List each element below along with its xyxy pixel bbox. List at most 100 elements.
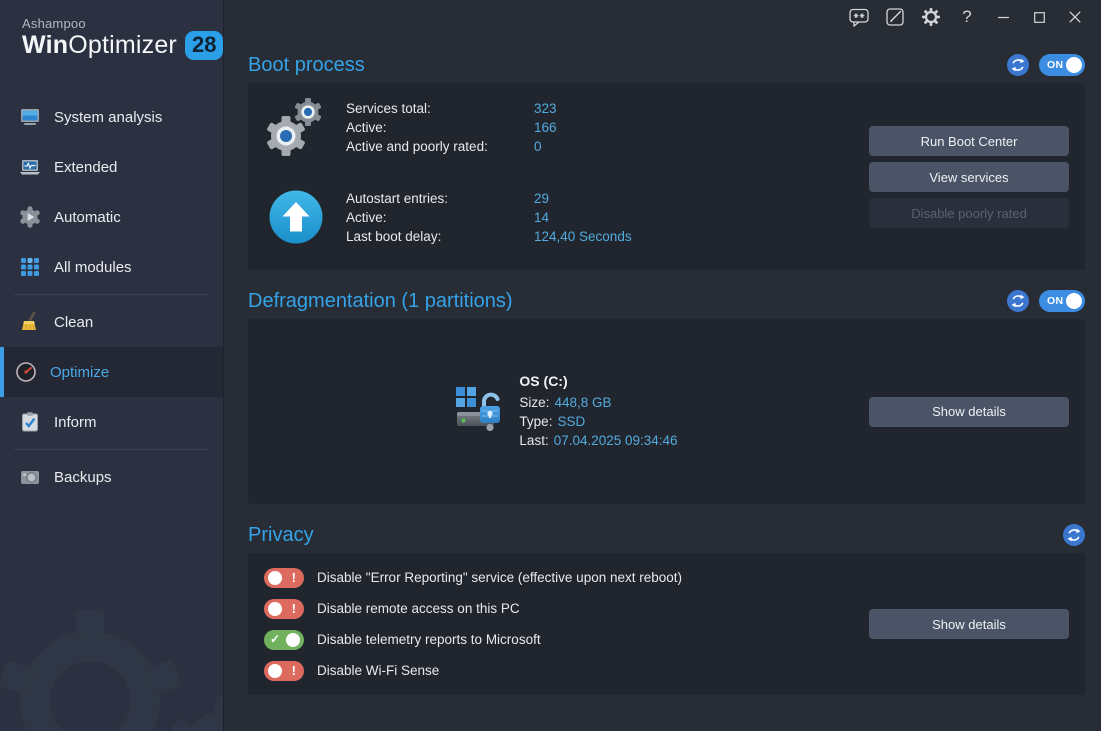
winoptimizer-window: Ashampoo WinOptimizer 28 System analysis	[0, 0, 1101, 731]
privacy-show-details-button[interactable]: Show details	[869, 609, 1069, 639]
toggle-knob	[1066, 57, 1082, 73]
monitor-icon	[19, 106, 41, 128]
maximize-icon[interactable]	[1021, 2, 1057, 32]
brand-name-bold: Win	[22, 31, 68, 59]
drive-row-label: Type:	[519, 414, 552, 429]
disable-poorly-rated-button: Disable poorly rated	[869, 198, 1069, 228]
auto-gear-play-icon	[19, 206, 41, 228]
help-icon[interactable]: ?	[949, 2, 985, 32]
toggle-knob	[268, 602, 282, 616]
drive-row-label: Last:	[519, 433, 548, 448]
drive-row: Type: SSD	[519, 412, 677, 431]
broom-icon	[19, 311, 41, 333]
warning-icon: !	[292, 570, 296, 585]
sidebar-item-inform[interactable]: Inform	[0, 397, 223, 447]
stat-row: Active and poorly rated: 0	[346, 137, 557, 156]
drive-lock-icon	[455, 386, 505, 438]
wifi-sense-toggle[interactable]: !	[264, 661, 304, 681]
boot-on-toggle[interactable]: ON	[1039, 54, 1085, 76]
boot-section-header: Boot process ON	[248, 47, 1085, 83]
stat-row: Services total: 323	[346, 99, 557, 118]
view-services-button[interactable]: View services	[869, 162, 1069, 192]
feedback-icon[interactable]	[841, 2, 877, 32]
drive-row: Size: 448,8 GB	[519, 393, 677, 412]
stat-row: Autostart entries: 29	[346, 189, 632, 208]
sidebar-item-all-modules[interactable]: All modules	[0, 242, 223, 292]
sidebar-item-backups[interactable]: Backups	[0, 452, 223, 502]
check-icon: ✓	[270, 632, 280, 646]
sidebar-item-label: Inform	[54, 414, 97, 431]
brand-company: Ashampoo	[22, 16, 223, 31]
sidebar: Ashampoo WinOptimizer 28 System analysis	[0, 0, 224, 731]
grid-icon	[19, 256, 41, 278]
notes-icon[interactable]	[877, 2, 913, 32]
toggle-knob	[268, 571, 282, 585]
defrag-refresh-icon[interactable]	[1007, 290, 1029, 312]
stat-label: Autostart entries:	[346, 191, 534, 206]
drive-row-value: SSD	[557, 414, 585, 429]
boot-on-toggle-label: ON	[1047, 59, 1063, 71]
stat-value: 124,40 Seconds	[534, 229, 632, 244]
defrag-on-toggle[interactable]: ON	[1039, 290, 1085, 312]
drive-row: Last: 07.04.2025 09:34:46	[519, 431, 677, 450]
app-logo: Ashampoo WinOptimizer 28	[0, 0, 223, 86]
defrag-section-title: Defragmentation (1 partitions)	[248, 290, 513, 313]
telemetry-toggle[interactable]: ✓	[264, 630, 304, 650]
sidebar-item-label: Optimize	[50, 364, 109, 381]
privacy-refresh-icon[interactable]	[1063, 524, 1085, 546]
stat-row: Active: 166	[346, 118, 557, 137]
sidebar-item-label: Extended	[54, 159, 117, 176]
sidebar-nav: System analysis Extended	[0, 92, 223, 502]
sidebar-item-clean[interactable]: Clean	[0, 297, 223, 347]
brand-name: WinOptimizer	[22, 31, 177, 60]
sidebar-item-system-analysis[interactable]: System analysis	[0, 92, 223, 142]
version-badge: 28	[185, 31, 223, 60]
sidebar-item-optimize[interactable]: Optimize	[0, 347, 223, 397]
defrag-show-details-button[interactable]: Show details	[869, 397, 1069, 427]
privacy-section-header: Privacy	[248, 517, 1085, 553]
minimize-icon[interactable]	[985, 2, 1021, 32]
privacy-row: ! Disable "Error Reporting" service (eff…	[264, 562, 1069, 593]
sidebar-item-label: System analysis	[54, 109, 162, 126]
stat-label: Active:	[346, 210, 534, 225]
warning-icon: !	[292, 663, 296, 678]
toggle-knob	[1066, 293, 1082, 309]
laptop-pulse-icon	[19, 156, 41, 178]
stat-value: 0	[534, 139, 542, 154]
privacy-row-label: Disable Wi-Fi Sense	[317, 663, 439, 678]
sidebar-item-label: Clean	[54, 314, 93, 331]
drive-row-value: 07.04.2025 09:34:46	[554, 433, 678, 448]
settings-gear-icon[interactable]	[913, 2, 949, 32]
stat-value: 29	[534, 191, 549, 206]
gears-icon	[264, 95, 328, 159]
brand-name-light: Optimizer	[68, 31, 177, 59]
sidebar-item-label: All modules	[54, 259, 132, 276]
autostart-stat-group: Autostart entries: 29 Active: 14 Last bo…	[264, 185, 869, 249]
close-icon[interactable]	[1057, 2, 1093, 32]
stat-label: Active and poorly rated:	[346, 139, 534, 154]
sidebar-item-extended[interactable]: Extended	[0, 142, 223, 192]
privacy-card: ! Disable "Error Reporting" service (eff…	[248, 553, 1085, 695]
services-stat-group: Services total: 323 Active: 166 Active a…	[264, 95, 869, 159]
run-boot-center-button[interactable]: Run Boot Center	[869, 126, 1069, 156]
drive-name: OS (C:)	[519, 373, 677, 393]
privacy-section-title: Privacy	[248, 524, 314, 547]
error-reporting-toggle[interactable]: !	[264, 568, 304, 588]
gear-watermark-decor	[0, 551, 224, 731]
boot-refresh-icon[interactable]	[1007, 54, 1029, 76]
sidebar-divider	[14, 449, 209, 450]
sidebar-divider	[14, 294, 209, 295]
clipboard-check-icon	[19, 411, 41, 433]
boot-section-title: Boot process	[248, 54, 365, 77]
drive-row-label: Size:	[519, 395, 549, 410]
stat-row: Last boot delay: 124,40 Seconds	[346, 227, 632, 246]
sidebar-item-automatic[interactable]: Automatic	[0, 192, 223, 242]
gauge-icon	[15, 361, 37, 383]
stat-label: Active:	[346, 120, 534, 135]
sidebar-item-label: Automatic	[54, 209, 121, 226]
stat-value: 323	[534, 101, 557, 116]
boot-card: Services total: 323 Active: 166 Active a…	[248, 83, 1085, 270]
drive-row-value: 448,8 GB	[554, 395, 611, 410]
remote-access-toggle[interactable]: !	[264, 599, 304, 619]
stat-value: 14	[534, 210, 549, 225]
